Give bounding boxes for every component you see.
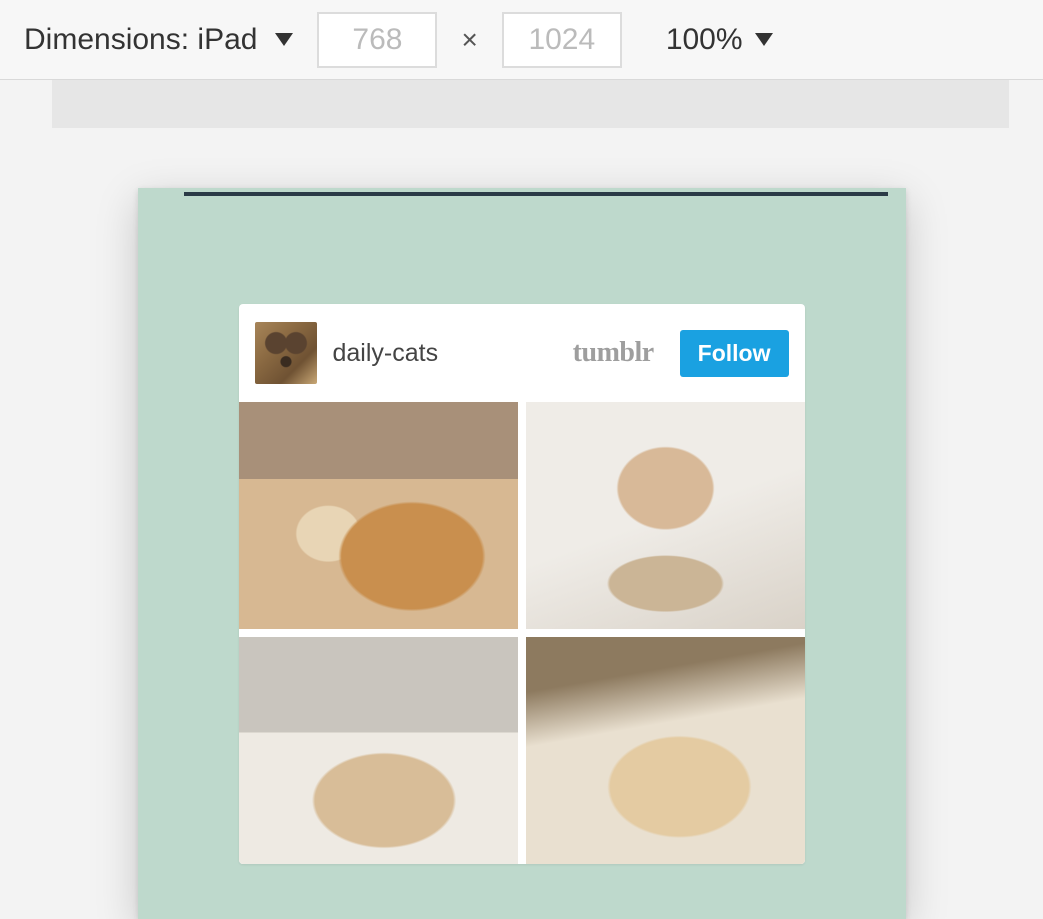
dimensions-label: Dimensions: iPad <box>24 23 257 57</box>
dimensions-separator: × <box>461 24 477 56</box>
ruler-gutter <box>0 80 52 128</box>
photoset-image[interactable] <box>239 402 518 629</box>
blog-name-link[interactable]: daily-cats <box>333 339 557 368</box>
photoset-grid <box>239 402 805 864</box>
photoset-image[interactable] <box>526 402 805 629</box>
photoset-image[interactable] <box>239 637 518 864</box>
emulation-stage: daily-cats tumblr Follow <box>0 128 1043 919</box>
tumblr-embed-card: daily-cats tumblr Follow <box>239 304 805 864</box>
photoset-image[interactable] <box>526 637 805 864</box>
chevron-down-icon <box>755 33 773 46</box>
device-name: iPad <box>197 23 257 56</box>
follow-button[interactable]: Follow <box>680 330 789 377</box>
dimensions-label-text: Dimensions: <box>24 23 189 56</box>
zoom-value: 100% <box>666 23 743 57</box>
chevron-down-icon <box>275 33 293 46</box>
page-top-border <box>184 192 888 196</box>
embed-header: daily-cats tumblr Follow <box>239 304 805 402</box>
tumblr-logo[interactable]: tumblr <box>573 337 654 369</box>
devtools-device-toolbar: Dimensions: iPad × 100% <box>0 0 1043 80</box>
zoom-selector[interactable]: 100% <box>666 23 773 57</box>
viewport-height-input[interactable] <box>502 12 622 68</box>
device-ruler <box>0 80 1043 128</box>
viewport-width-input[interactable] <box>317 12 437 68</box>
ruler-track[interactable] <box>52 80 1009 128</box>
emulated-viewport[interactable]: daily-cats tumblr Follow <box>138 188 906 919</box>
avatar[interactable] <box>255 322 317 384</box>
device-preset-selector[interactable]: Dimensions: iPad <box>24 23 293 57</box>
